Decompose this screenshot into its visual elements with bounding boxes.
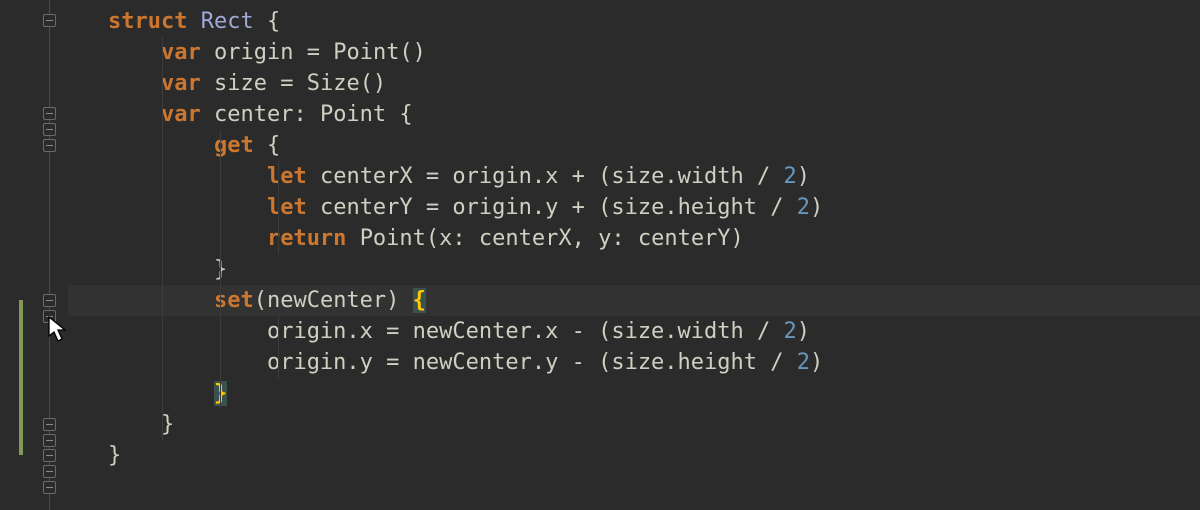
code-text: = Point() <box>307 40 426 65</box>
keyword-var: var <box>161 102 201 127</box>
code-text: Point(x: centerX, y: centerY) <box>360 226 744 251</box>
code-line[interactable]: } <box>68 378 1200 409</box>
code-line[interactable]: get { <box>68 130 1200 161</box>
fold-toggle-icon[interactable] <box>43 310 56 323</box>
number-literal: 2 <box>784 164 797 189</box>
number-literal: 2 <box>797 350 810 375</box>
code-text: ) <box>810 195 823 220</box>
code-line[interactable]: } <box>68 440 1200 471</box>
fold-toggle-icon[interactable] <box>43 449 56 462</box>
gutter <box>0 0 68 510</box>
code-text: origin.y = newCenter.y - (size.height / <box>267 350 797 375</box>
keyword-let: let <box>267 164 307 189</box>
code-line[interactable]: } <box>68 409 1200 440</box>
number-literal: 2 <box>784 319 797 344</box>
code-editor[interactable]: struct Rect { var origin = Point() var s… <box>0 0 1200 510</box>
type-name: Rect <box>201 9 254 34</box>
code-text: centerY = origin.y + (size.height / <box>320 195 797 220</box>
code-text: (newCenter) <box>254 288 413 313</box>
code-line[interactable]: } <box>68 254 1200 285</box>
fold-toggle-icon[interactable] <box>43 14 56 27</box>
code-line[interactable]: struct Rect { <box>68 6 1200 37</box>
code-line[interactable]: var origin = Point() <box>68 37 1200 68</box>
code-text: origin.x = newCenter.x - (size.width / <box>267 319 784 344</box>
code-line[interactable]: origin.y = newCenter.y - (size.height / … <box>68 347 1200 378</box>
keyword-let: let <box>267 195 307 220</box>
brace-open: { <box>267 9 280 34</box>
code-line[interactable]: let centerY = origin.y + (size.height / … <box>68 192 1200 223</box>
code-line[interactable]: var center: Point { <box>68 99 1200 130</box>
code-line[interactable]: return Point(x: centerX, y: centerY) <box>68 223 1200 254</box>
code-text: = Size() <box>280 71 386 96</box>
identifier: size <box>214 71 267 96</box>
code-text: ) <box>797 164 810 189</box>
change-marker <box>19 300 23 455</box>
keyword-struct: struct <box>108 9 187 34</box>
code-area[interactable]: struct Rect { var origin = Point() var s… <box>68 0 1200 510</box>
fold-toggle-icon[interactable] <box>43 107 56 120</box>
fold-toggle-icon[interactable] <box>43 418 56 431</box>
code-text: ) <box>810 350 823 375</box>
fold-toggle-icon[interactable] <box>43 434 56 447</box>
brace-close: } <box>108 443 121 468</box>
fold-toggle-icon[interactable] <box>43 481 56 494</box>
fold-toggle-icon[interactable] <box>43 139 56 152</box>
code-text: centerX = origin.x + (size.width / <box>320 164 784 189</box>
code-line[interactable]: origin.x = newCenter.x - (size.width / 2… <box>68 316 1200 347</box>
code-text: ) <box>797 319 810 344</box>
identifier: origin <box>214 40 293 65</box>
matched-brace: { <box>413 288 426 313</box>
fold-toggle-icon[interactable] <box>43 465 56 478</box>
code-text: center: Point { <box>214 102 413 127</box>
code-line[interactable]: let centerX = origin.x + (size.width / 2… <box>68 161 1200 192</box>
keyword-var: var <box>161 40 201 65</box>
fold-toggle-icon[interactable] <box>43 294 56 307</box>
brace-open: { <box>267 133 280 158</box>
code-line-current[interactable]: set(newCenter) { <box>68 285 1200 316</box>
fold-toggle-icon[interactable] <box>43 123 56 136</box>
keyword-var: var <box>161 71 201 96</box>
code-line[interactable]: var size = Size() <box>68 68 1200 99</box>
number-literal: 2 <box>797 195 810 220</box>
